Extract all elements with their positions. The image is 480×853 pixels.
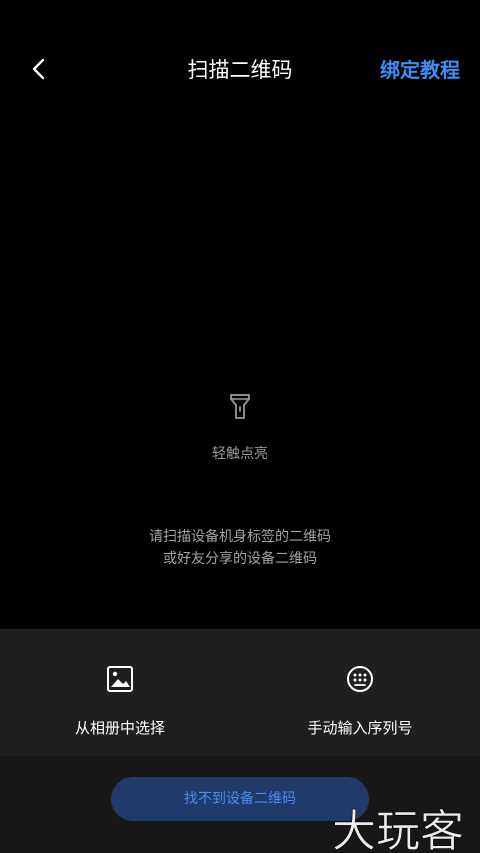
scan-qr-screen: 扫描二维码 绑定教程 轻触点亮 请扫描设备机身标签的二维码 或好友分享的设备二维…: [0, 0, 480, 853]
header: 扫描二维码 绑定教程: [0, 0, 480, 140]
manual-serial-input-label: 手动输入序列号: [307, 719, 413, 737]
image-icon: [107, 666, 133, 692]
options-panel: 从相册中选择 手动输入序列号: [0, 629, 480, 756]
svg-text:大玩客: 大玩客: [332, 806, 464, 853]
torch-toggle[interactable]: 轻触点亮: [190, 392, 290, 464]
hint-line-2: 或好友分享的设备二维码: [163, 551, 317, 567]
scan-hint: 请扫描设备机身标签的二维码 或好友分享的设备二维码: [0, 526, 480, 570]
watermark-logo: 大玩客: [332, 806, 465, 853]
choose-from-album-button[interactable]: 从相册中选择: [0, 629, 240, 756]
manual-serial-input-button[interactable]: 手动输入序列号: [240, 629, 480, 756]
flashlight-icon: [230, 394, 250, 419]
choose-from-album-label: 从相册中选择: [74, 719, 165, 737]
hint-line-1: 请扫描设备机身标签的二维码: [149, 529, 331, 545]
torch-label: 轻触点亮: [212, 446, 268, 462]
keypad-icon: [347, 666, 373, 692]
binding-tutorial-link[interactable]: 绑定教程: [380, 56, 460, 84]
